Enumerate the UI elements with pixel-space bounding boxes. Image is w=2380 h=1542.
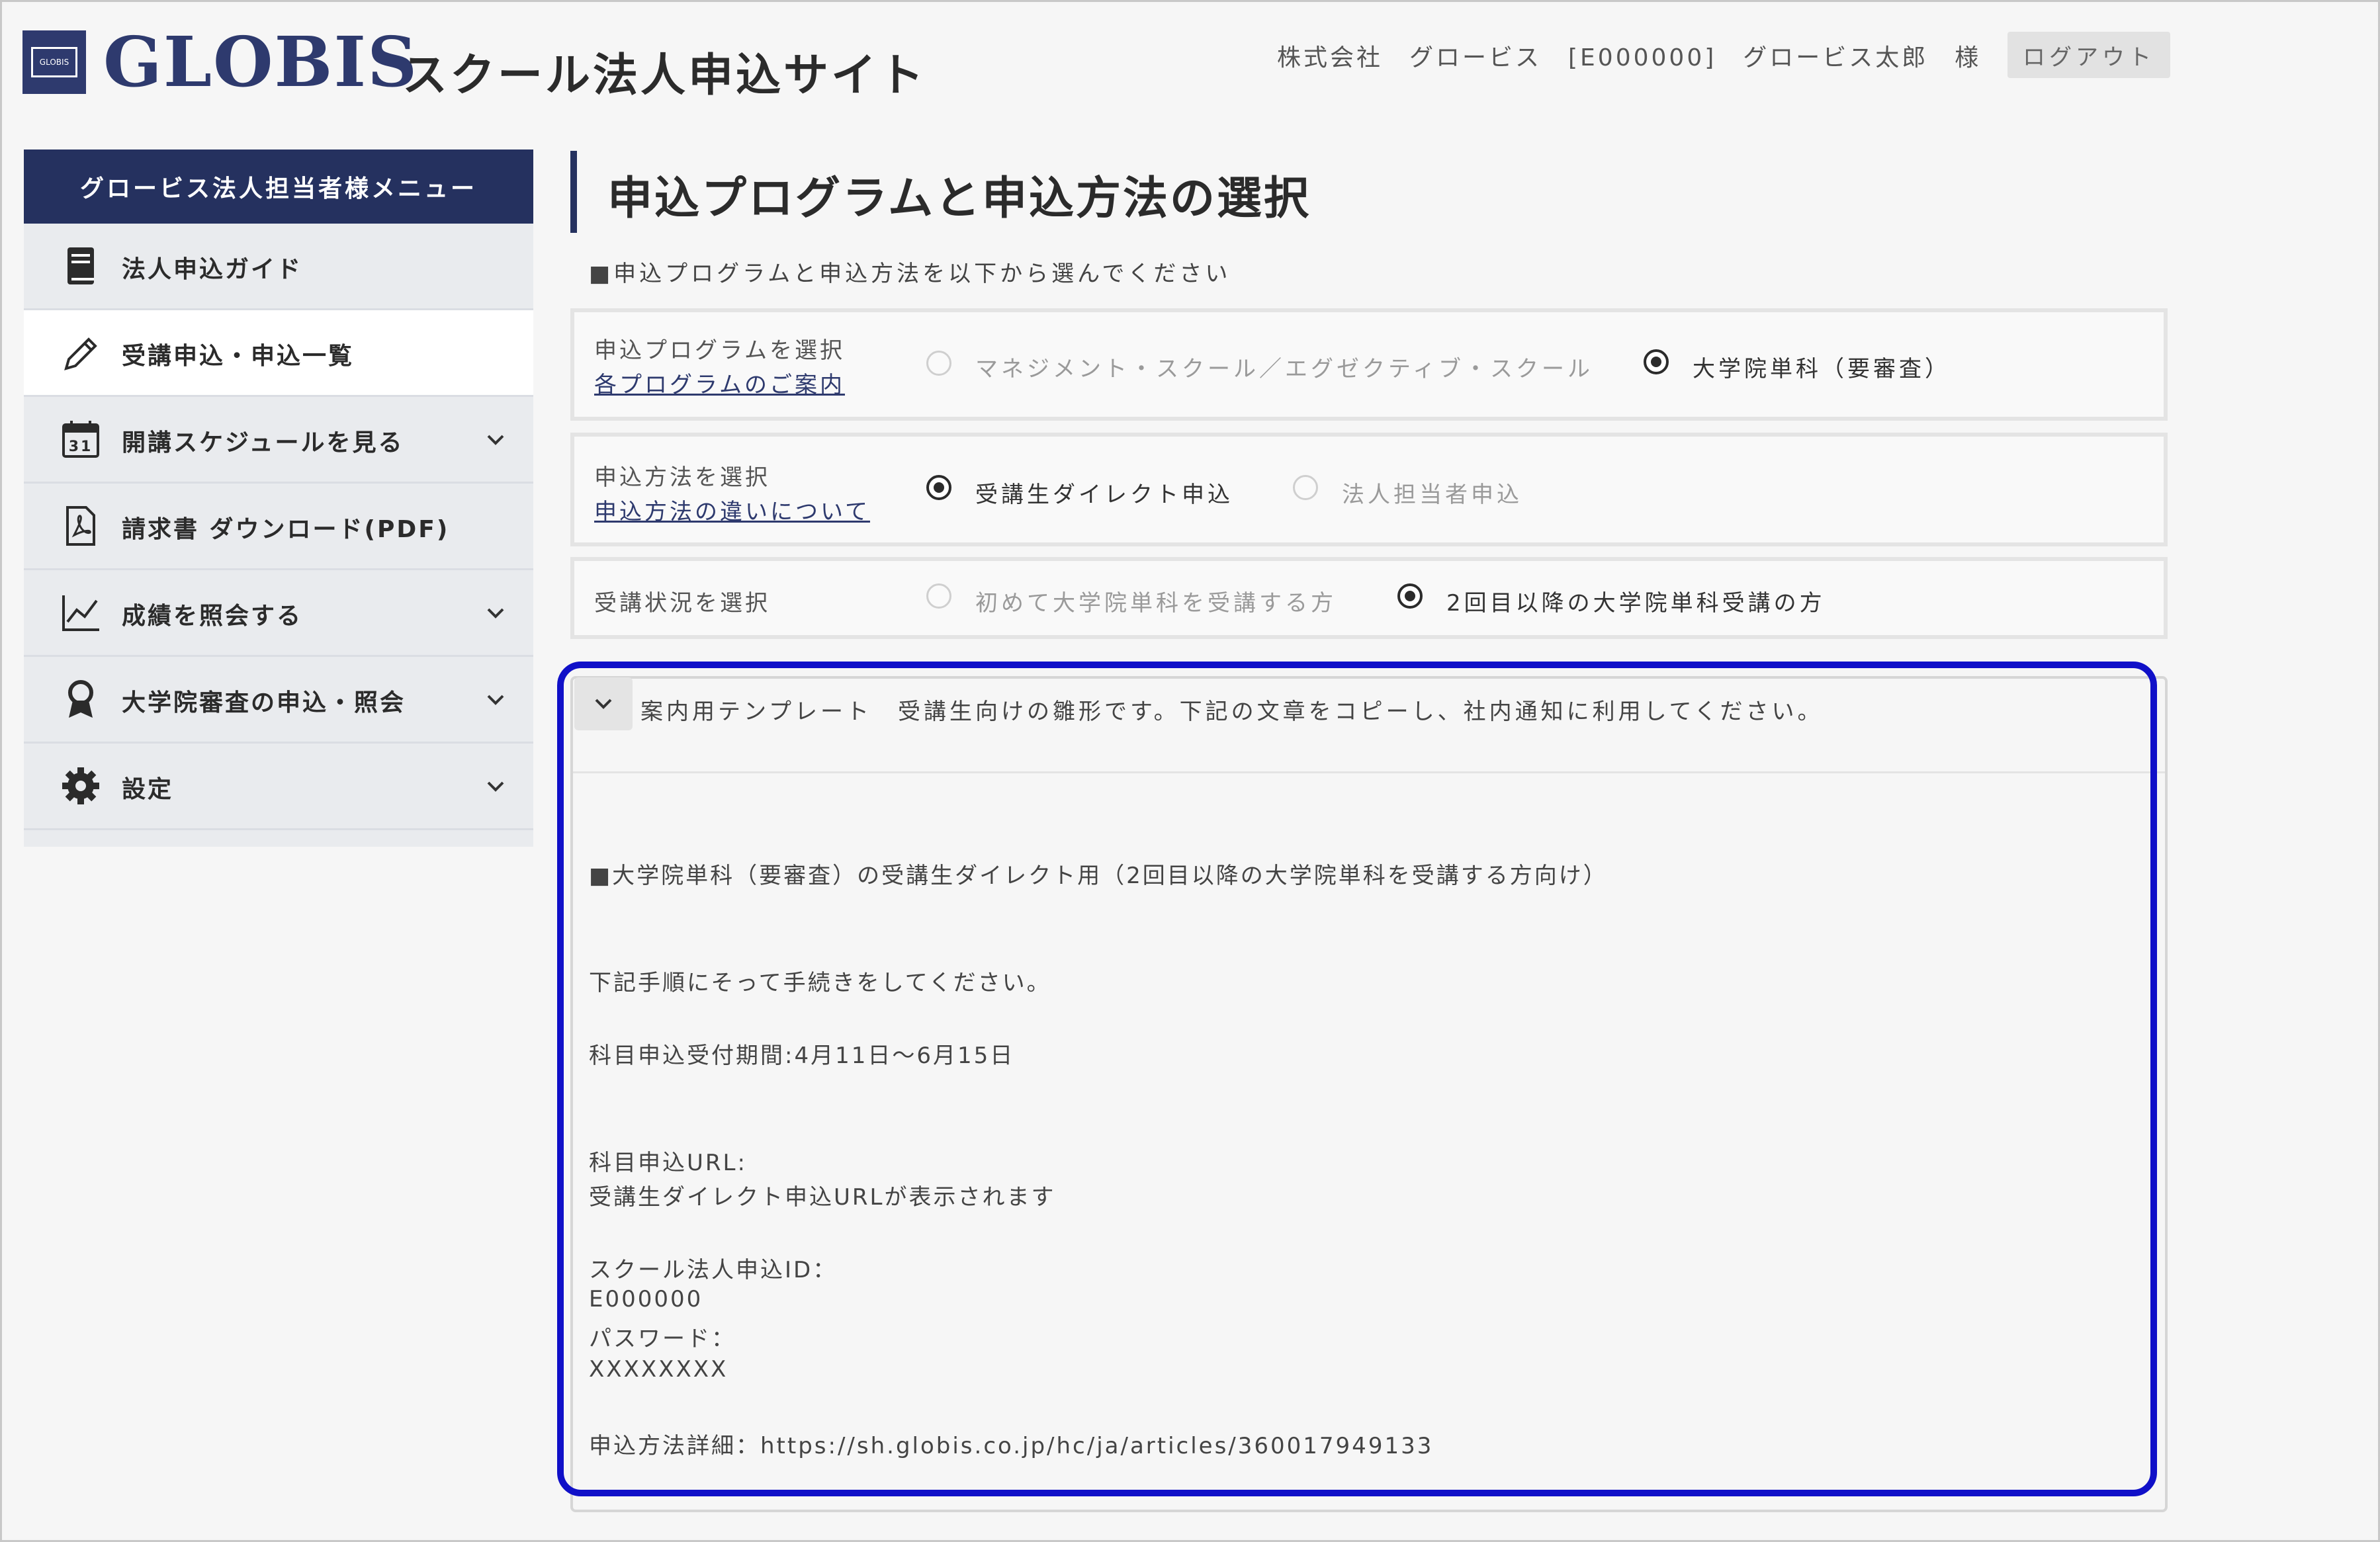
program-radio-management[interactable] <box>926 351 951 376</box>
sidebar-item-label: 請求書 ダウンロード(PDF) <box>122 516 450 543</box>
user-info: 株式会社 グロービス [E000000] グロービス太郎 様 <box>1277 44 1982 71</box>
sidebar-item-label: 設定 <box>122 776 174 803</box>
method-option-direct[interactable]: 受講生ダイレクト申込 <box>975 476 1233 509</box>
site-title: スクール法人申込サイト <box>402 50 927 102</box>
program-radio-graduate[interactable] <box>1644 349 1669 374</box>
program-guide-link[interactable]: 各プログラムのご案内 <box>594 366 845 399</box>
sidebar-item-grades[interactable]: 成績を照会する <box>24 570 533 657</box>
highlight-frame <box>557 662 2157 1496</box>
status-option-first[interactable]: 初めて大学院単科を受講する方 <box>975 585 1337 617</box>
page-subtitle: ■申込プログラムと申込方法を以下から選んでください <box>589 261 1231 287</box>
method-radio-corporate[interactable] <box>1293 475 1318 500</box>
calendar-icon: 31 <box>62 421 99 458</box>
method-option-corporate[interactable]: 法人担当者申込 <box>1342 476 1522 509</box>
pencil-icon <box>64 337 97 370</box>
sidebar-title: グロービス法人担当者様メニュー <box>24 150 533 224</box>
status-option-repeat[interactable]: 2回目以降の大学院単科受講の方 <box>1446 585 1826 617</box>
sidebar-item-label: 大学院審査の申込・照会 <box>122 689 406 716</box>
status-label: 受講状況を選択 <box>594 590 770 617</box>
status-select-card: 受講状況を選択 初めて大学院単科を受講する方 2回目以降の大学院単科受講の方 <box>570 557 2168 639</box>
chart-icon <box>62 595 99 631</box>
logout-button[interactable]: ログアウト <box>2007 32 2170 78</box>
gear-icon <box>62 767 99 804</box>
sidebar-item-label: 成績を照会する <box>122 603 303 630</box>
award-icon <box>68 680 93 718</box>
title-accent-bar <box>570 151 577 233</box>
page-title: 申込プログラムと申込方法の選択 <box>607 173 1311 225</box>
book-icon <box>67 247 94 284</box>
method-label: 申込方法を選択 <box>594 464 770 491</box>
pdf-icon <box>66 506 95 546</box>
program-option-management[interactable]: マネジメント・スクール／エグゼクティブ・スクール <box>975 351 1593 383</box>
chevron-down-icon[interactable] <box>484 602 507 624</box>
globis-logo-text: GLOBIS <box>103 21 419 103</box>
sidebar-item-applications[interactable]: 受講申込・申込一覧 <box>24 310 533 397</box>
method-difference-link[interactable]: 申込方法の違いについて <box>594 493 870 526</box>
sidebar-item-invoice[interactable]: 請求書 ダウンロード(PDF) <box>24 484 533 570</box>
sidebar-item-settings[interactable]: 設定 <box>24 744 533 830</box>
status-radio-repeat[interactable] <box>1397 583 1423 609</box>
status-radio-first[interactable] <box>926 583 951 609</box>
chevron-down-icon[interactable] <box>484 775 507 798</box>
method-select-card: 申込方法を選択 申込方法の違いについて 受講生ダイレクト申込 法人担当者申込 <box>570 433 2168 546</box>
logo-mark-text: GLOBIS <box>31 47 77 77</box>
calendar-day-number: 31 <box>69 439 93 455</box>
sidebar-item-label: 受講申込・申込一覧 <box>122 343 355 370</box>
sidebar-item-graduate-review[interactable]: 大学院審査の申込・照会 <box>24 657 533 744</box>
chevron-down-icon[interactable] <box>484 429 507 451</box>
chevron-down-icon[interactable] <box>484 689 507 711</box>
sidebar-item-label: 法人申込ガイド <box>122 256 303 283</box>
sidebar-item-schedule[interactable]: 31 開講スケジュールを見る <box>24 397 533 484</box>
method-radio-direct[interactable] <box>926 475 951 500</box>
program-select-card: 申込プログラムを選択 各プログラムのご案内 マネジメント・スクール／エグゼクティ… <box>570 308 2168 421</box>
program-option-graduate[interactable]: 大学院単科（要審査） <box>1693 351 1951 383</box>
program-label: 申込プログラムを選択 <box>594 337 845 364</box>
globis-logo-mark: GLOBIS <box>22 30 86 94</box>
sidebar-item-guide[interactable]: 法人申込ガイド <box>24 224 533 310</box>
sidebar-item-label: 開講スケジュールを見る <box>122 429 404 456</box>
sidebar: グロービス法人担当者様メニュー 法人申込ガイド 受講申込・申込一覧 31 開講ス… <box>24 150 533 847</box>
